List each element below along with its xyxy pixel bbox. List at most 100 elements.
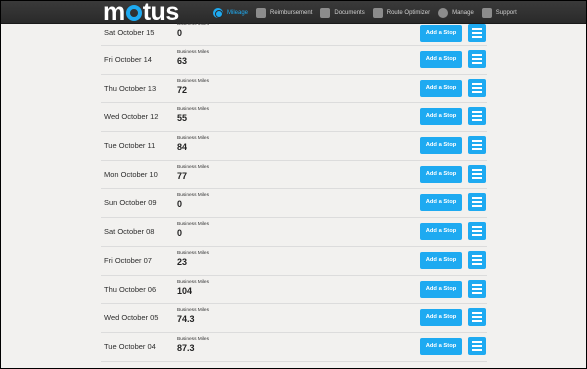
business-miles-value: 0: [177, 199, 183, 210]
menu-icon: [472, 283, 482, 286]
nav-item-label: Documents: [334, 9, 365, 16]
business-miles: Business Miles 72: [177, 79, 209, 95]
business-miles: Business Miles 74.3: [177, 308, 209, 324]
reimbursement-icon: [256, 7, 267, 18]
row-menu-button[interactable]: [468, 50, 486, 68]
day-row: Sat October 08 Business Miles 0 Add a St…: [101, 218, 487, 247]
business-miles-value: 63: [177, 56, 188, 66]
add-stop-button[interactable]: Add a Stop: [420, 194, 462, 212]
menu-icon: [472, 140, 482, 143]
nav-item-reimbursement[interactable]: Reimbursement: [252, 1, 316, 24]
nav-item-label: Mileage: [227, 9, 249, 16]
add-stop-button[interactable]: Add a Stop: [420, 223, 462, 241]
menu-icon: [472, 28, 482, 30]
menu-icon: [472, 168, 482, 171]
day-row: Fri October 07 Business Miles 23 Add a S…: [101, 247, 487, 276]
business-miles-value: 55: [177, 113, 188, 124]
nav-item-label: Support: [495, 9, 517, 16]
day-date: Thu October 13: [104, 83, 157, 93]
business-miles: Business Miles 0: [177, 22, 209, 38]
business-miles-label: Business Miles: [177, 279, 209, 285]
add-stop-button[interactable]: Add a Stop: [420, 337, 462, 355]
business-miles-label: Business Miles: [177, 78, 209, 84]
day-date: Fri October 07: [104, 255, 152, 265]
menu-icon: [472, 111, 482, 114]
day-row: Wed October 12 Business Miles 55 Add a S…: [101, 103, 487, 133]
nav-item-manage[interactable]: Manage: [434, 1, 478, 24]
row-menu-button[interactable]: [468, 336, 486, 355]
add-stop-button[interactable]: Add a Stop: [420, 165, 462, 183]
route-optimizer-icon: [372, 7, 383, 18]
day-row: Fri October 14 Business Miles 63 Add a S…: [101, 46, 487, 75]
business-miles-label: Business Miles: [177, 164, 209, 170]
business-miles-value: 23: [177, 256, 188, 267]
row-menu-button[interactable]: [468, 136, 486, 155]
row-menu-button[interactable]: [468, 24, 486, 42]
day-row: Tue October 04 Business Miles 87.3 Add a…: [101, 333, 487, 362]
business-miles: Business Miles 104: [177, 280, 209, 296]
gear-icon: [438, 7, 449, 18]
day-date: Tue October 11: [104, 141, 156, 151]
day-row: Mon October 10 Business Miles 77 Add a S…: [101, 161, 487, 190]
add-stop-button[interactable]: Add a Stop: [420, 309, 462, 327]
add-stop-button[interactable]: Add a Stop: [420, 280, 462, 298]
row-menu-button[interactable]: [468, 308, 486, 327]
day-date: Sun October 09: [104, 198, 157, 208]
business-miles-label: Business Miles: [177, 250, 209, 256]
business-miles: Business Miles 0: [177, 222, 209, 238]
add-stop-button[interactable]: Add a Stop: [420, 79, 462, 97]
help-icon: [481, 7, 492, 18]
nav-item-support[interactable]: Support: [478, 1, 521, 24]
mileage-day-list: Sat October 15 Business Miles 0 Add a St…: [101, 22, 487, 362]
day-row: Wed October 05 Business Miles 74.3 Add a…: [101, 304, 487, 333]
add-stop-button[interactable]: Add a Stop: [420, 137, 462, 155]
row-menu-button[interactable]: [468, 78, 486, 97]
row-menu-button[interactable]: [468, 279, 486, 298]
motus-logo[interactable]: m tus: [103, 1, 179, 25]
business-miles: Business Miles 77: [177, 165, 209, 181]
menu-icon: [472, 312, 482, 315]
logo-o-icon: [125, 5, 142, 21]
nav-item-mileage[interactable]: Mileage: [209, 1, 252, 24]
day-row: Tue October 11 Business Miles 84 Add a S…: [101, 132, 487, 161]
add-stop-button[interactable]: Add a Stop: [420, 108, 462, 126]
nav-item-route-optimizer[interactable]: Route Optimizer: [369, 1, 434, 24]
row-menu-button[interactable]: [468, 164, 486, 183]
business-miles-value: 0: [177, 28, 183, 38]
day-row: Thu October 06 Business Miles 104 Add a …: [101, 276, 487, 305]
add-stop-button[interactable]: Add a Stop: [420, 251, 462, 269]
row-menu-button[interactable]: [468, 107, 486, 126]
nav-item-label: Reimbursement: [270, 9, 313, 16]
documents-icon: [320, 7, 331, 18]
nav-item-documents[interactable]: Documents: [316, 1, 368, 24]
menu-icon: [472, 82, 482, 85]
business-miles-value: 72: [177, 84, 188, 95]
add-stop-button[interactable]: Add a Stop: [420, 25, 462, 42]
menu-icon: [472, 197, 482, 200]
business-miles: Business Miles 0: [177, 193, 209, 209]
day-date: Sat October 15: [104, 28, 155, 37]
add-stop-button[interactable]: Add a Stop: [420, 51, 462, 68]
day-date: Mon October 10: [104, 169, 158, 179]
row-menu-button[interactable]: [468, 250, 486, 269]
day-date: Wed October 05: [104, 313, 159, 323]
day-date: Wed October 12: [104, 112, 159, 122]
row-menu-button[interactable]: [468, 193, 486, 212]
business-miles-value: 0: [177, 228, 183, 239]
day-date: Tue October 04: [104, 341, 156, 351]
nav-item-label: Manage: [452, 9, 474, 16]
menu-icon: [472, 54, 482, 56]
business-miles: Business Miles 87.3: [177, 337, 209, 353]
menu-icon: [472, 254, 482, 257]
top-navigation-bar: m tus Mileage Reimbursement Documents Rou…: [1, 1, 586, 25]
business-miles: Business Miles 23: [177, 251, 209, 267]
row-menu-button[interactable]: [468, 222, 486, 241]
mileage-gauge-icon: [213, 7, 223, 18]
business-miles-value: 77: [177, 170, 188, 181]
day-date: Thu October 06: [104, 284, 157, 294]
menu-icon: [472, 226, 482, 229]
day-row: Sat October 15 Business Miles 0 Add a St…: [101, 22, 487, 46]
business-miles-value: 104: [177, 285, 193, 296]
day-row: Sun October 09 Business Miles 0 Add a St…: [101, 189, 487, 219]
day-row: Thu October 13 Business Miles 72 Add a S…: [101, 75, 487, 104]
